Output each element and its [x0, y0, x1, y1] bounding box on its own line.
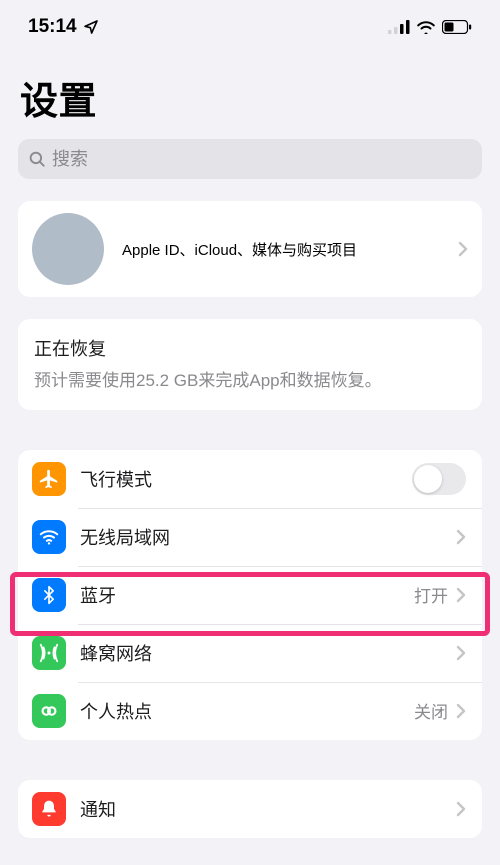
search-icon [28, 150, 46, 168]
airplane-mode-row[interactable]: 飞行模式 [18, 450, 482, 508]
chevron-right-icon [456, 645, 466, 661]
avatar [32, 213, 104, 285]
status-time: 15:14 [28, 16, 77, 38]
chevron-right-icon [456, 703, 466, 719]
hotspot-label: 个人热点 [80, 698, 414, 724]
apple-id-row[interactable]: Apple ID、iCloud、媒体与购买项目 [18, 201, 482, 297]
notifications-label: 通知 [80, 796, 456, 822]
wifi-status-icon [416, 20, 436, 34]
restore-description: 预计需要使用25.2 GB来完成App和数据恢复。 [34, 369, 466, 394]
status-right [388, 20, 472, 34]
notifications-row[interactable]: 通知 [18, 780, 482, 838]
wifi-row[interactable]: 无线局域网 [18, 508, 482, 566]
chevron-right-icon [456, 801, 466, 817]
restore-group[interactable]: 正在恢复 预计需要使用25.2 GB来完成App和数据恢复。 [18, 319, 482, 410]
wifi-row-icon [32, 520, 66, 554]
search-bar[interactable] [18, 139, 482, 179]
search-input[interactable] [52, 149, 472, 170]
notifications-icon [32, 792, 66, 826]
restore-title: 正在恢复 [34, 335, 466, 361]
battery-icon [442, 20, 472, 34]
hotspot-icon [32, 694, 66, 728]
page-title: 设置 [0, 44, 500, 131]
wifi-label: 无线局域网 [80, 524, 456, 550]
bluetooth-label: 蓝牙 [80, 582, 414, 608]
hotspot-value: 关闭 [414, 698, 448, 723]
hotspot-row[interactable]: 个人热点 关闭 [18, 682, 482, 740]
status-left: 15:14 [28, 16, 99, 38]
airplane-toggle[interactable] [412, 463, 466, 495]
cellular-label: 蜂窝网络 [80, 640, 456, 666]
status-bar: 15:14 [0, 0, 500, 44]
location-icon [83, 19, 99, 35]
chevron-right-icon [458, 241, 468, 257]
profile-subtitle: Apple ID、iCloud、媒体与购买项目 [122, 239, 458, 260]
signal-icon [388, 20, 410, 34]
chevron-right-icon [456, 529, 466, 545]
bluetooth-icon [32, 578, 66, 612]
cellular-icon [32, 636, 66, 670]
bluetooth-row[interactable]: 蓝牙 打开 [18, 566, 482, 624]
chevron-right-icon [456, 587, 466, 603]
airplane-icon [32, 462, 66, 496]
bluetooth-value: 打开 [414, 582, 448, 607]
cellular-row[interactable]: 蜂窝网络 [18, 624, 482, 682]
notifications-group: 通知 [18, 780, 482, 838]
network-group: 飞行模式 无线局域网 蓝牙 打开 [18, 450, 482, 740]
airplane-label: 飞行模式 [80, 466, 412, 492]
profile-group: Apple ID、iCloud、媒体与购买项目 [18, 201, 482, 297]
